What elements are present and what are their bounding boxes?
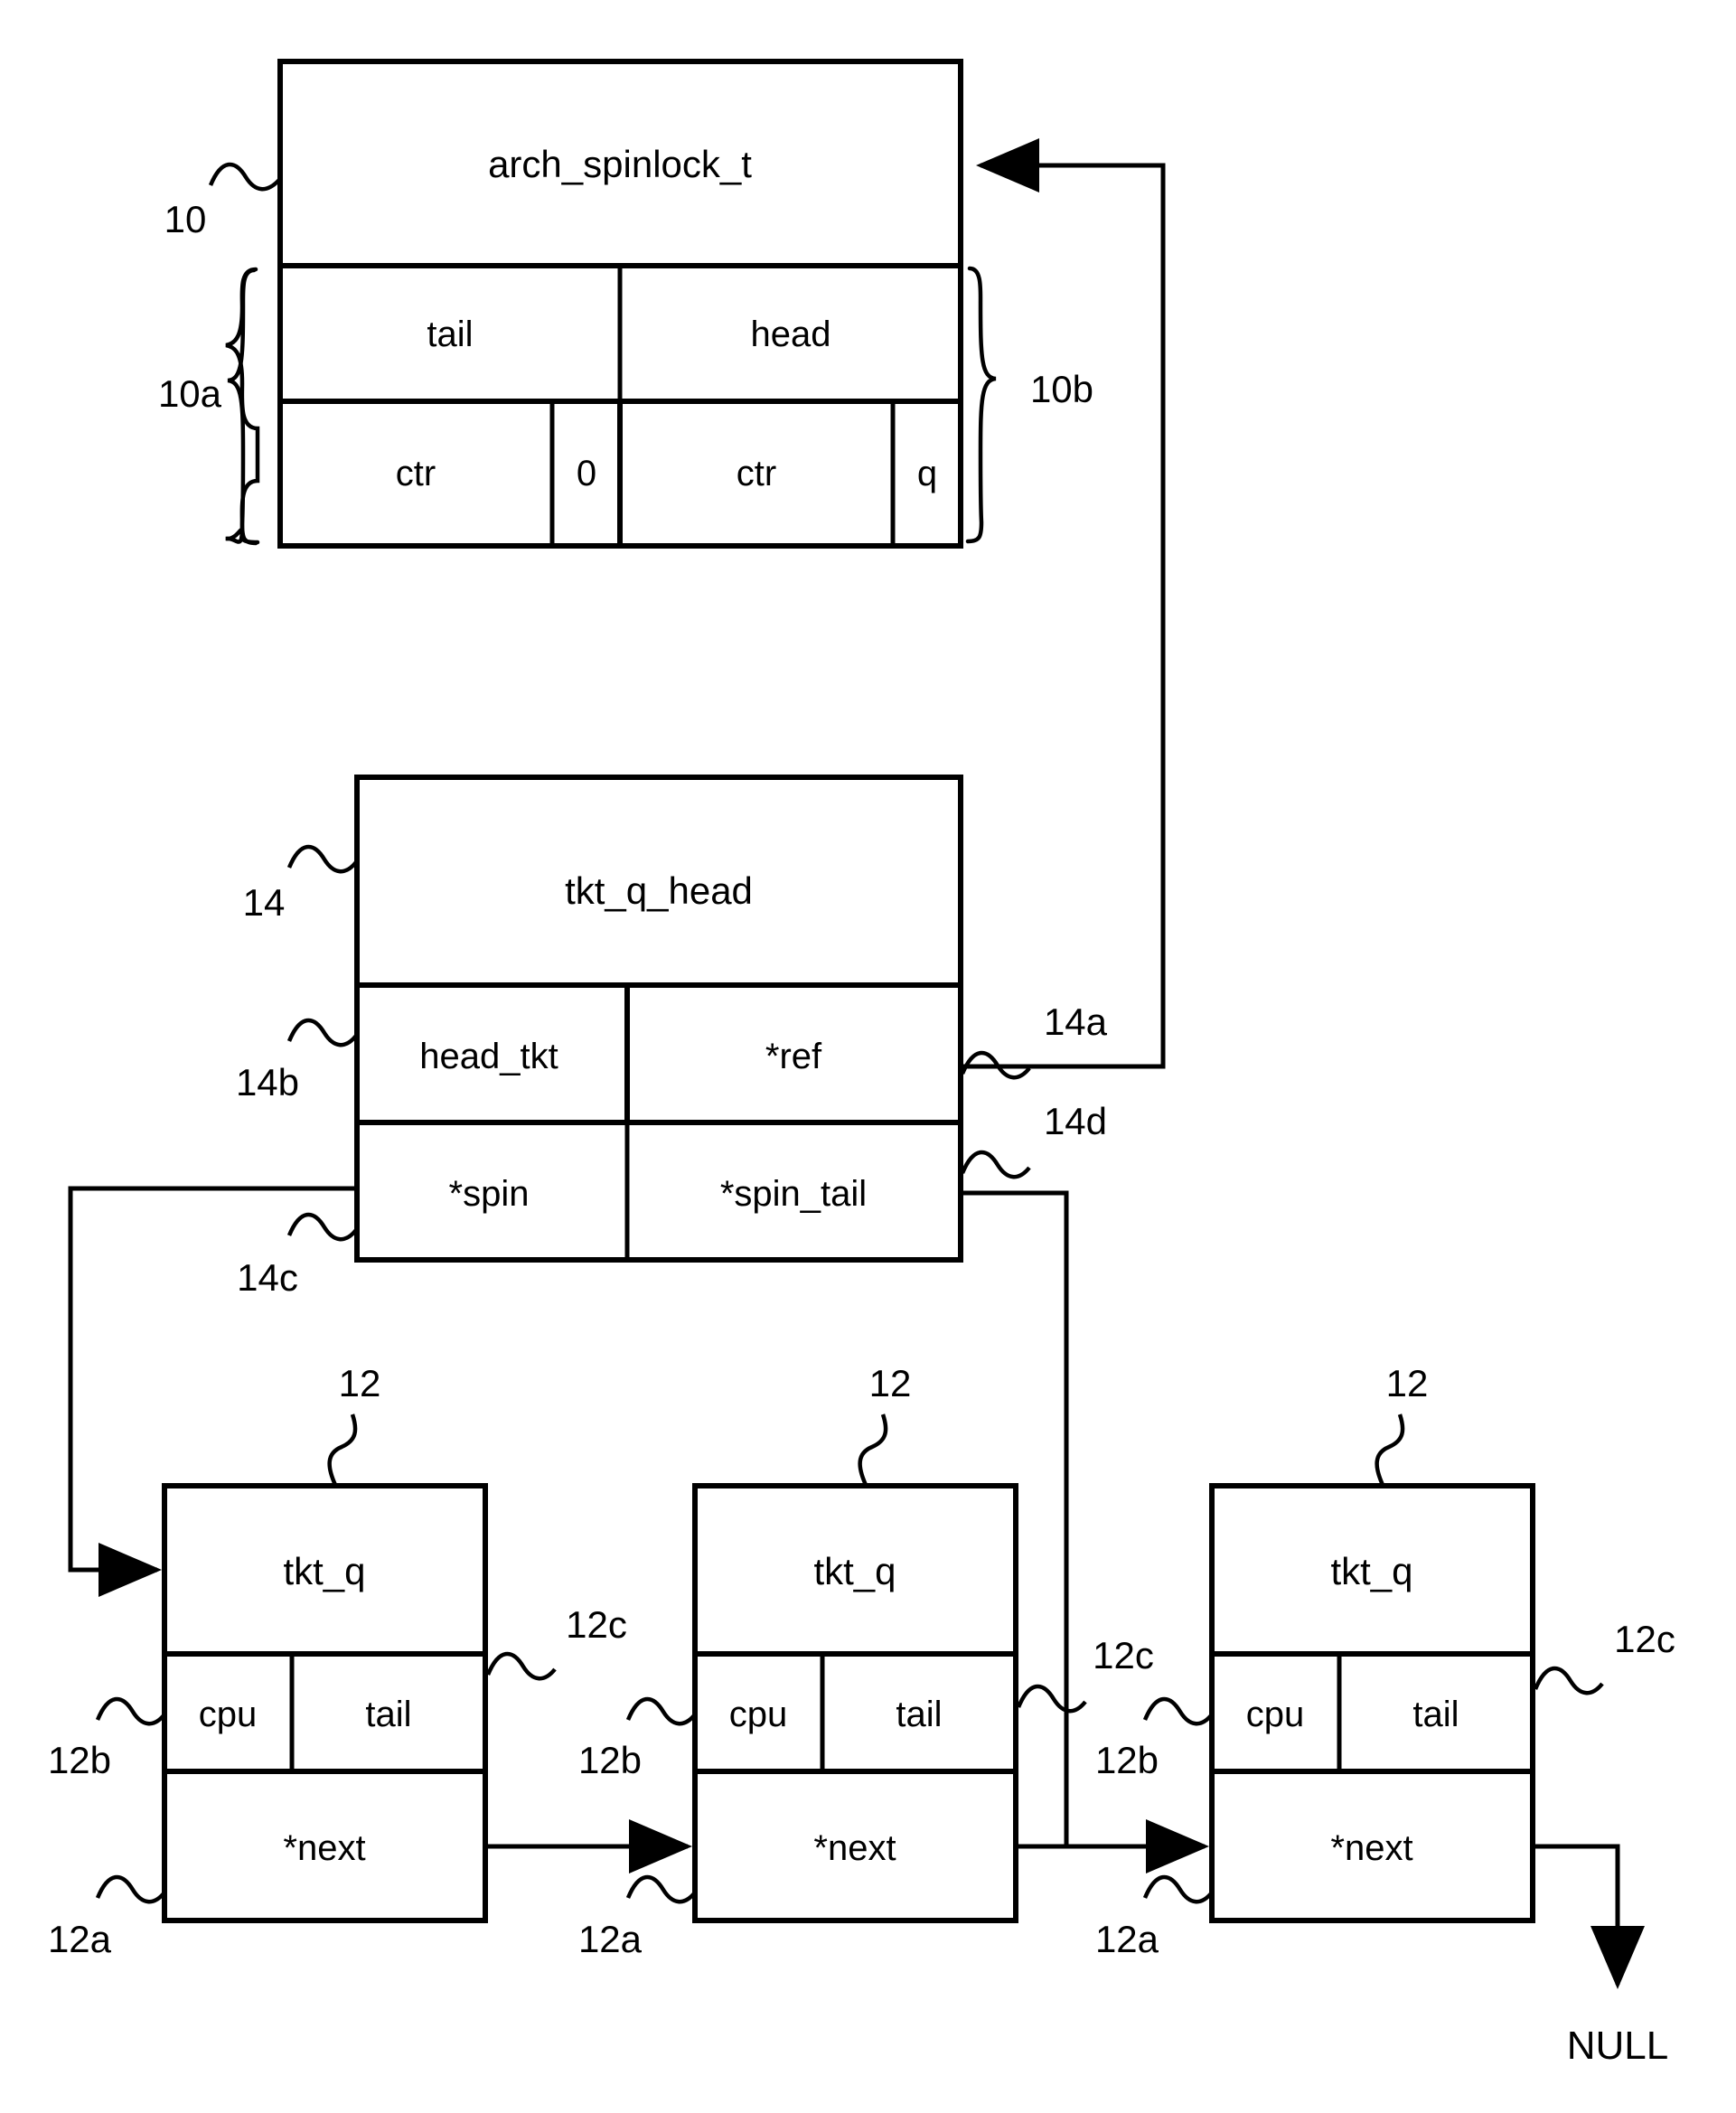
ref-12-node2-callout: 12 xyxy=(858,1362,912,1486)
connector-ref-to-spinlock xyxy=(961,138,1166,1069)
tkt-q-2-cpu-label: cpu xyxy=(729,1695,788,1734)
ref-14-callout: 14 xyxy=(243,844,358,924)
arch-spinlock-struct: arch_spinlock_t tail head ctr 0 ctr q xyxy=(277,59,963,549)
diagram-canvas: arch_spinlock_t tail head ctr 0 ctr q 10… xyxy=(48,59,1675,2068)
ref-12a-node3-callout: 12a xyxy=(1095,1874,1214,1960)
ref-12c-node1-callout: 12c xyxy=(485,1603,627,1681)
ref-10b-label: 10b xyxy=(1030,368,1093,410)
ref-12-node2-label: 12 xyxy=(869,1362,912,1404)
arch-spinlock-head-ctr-label: ctr xyxy=(737,454,776,493)
ref-12b-node2-callout: 12b xyxy=(578,1696,697,1781)
tkt-q-1-cpu-label: cpu xyxy=(199,1695,258,1734)
tkt-q-head-title: tkt_q_head xyxy=(565,869,753,912)
ref-14c-callout: 14c xyxy=(237,1212,358,1299)
ref-12-node1-callout: 12 xyxy=(327,1362,381,1486)
tkt-q-head-ref-label: *ref xyxy=(765,1037,822,1076)
null-terminator-label: NULL xyxy=(1567,2024,1669,2068)
ref-12-node1-label: 12 xyxy=(339,1362,381,1404)
tkt-q-1-next-label: *next xyxy=(283,1828,365,1868)
tkt-q-3-title: tkt_q xyxy=(1330,1550,1412,1592)
ref-12b-node3-callout: 12b xyxy=(1095,1696,1214,1781)
tkt-q-head-struct: tkt_q_head head_tkt *ref *spin *spin_tai… xyxy=(354,775,963,1263)
arch-spinlock-tail-flag-label: 0 xyxy=(577,454,596,493)
tkt-q-1-tail-label: tail xyxy=(365,1695,411,1734)
tkt-q-2-next-label: *next xyxy=(813,1828,896,1868)
ref-12c-node3-callout: 12c xyxy=(1533,1618,1675,1695)
ref-12a-node1-callout: 12a xyxy=(48,1874,166,1960)
ref-10a-label: 10a xyxy=(158,372,222,415)
tkt-q-1-title: tkt_q xyxy=(283,1550,365,1592)
arch-spinlock-head-flag-label: q xyxy=(917,454,937,493)
ref-14a-label: 14a xyxy=(1044,1000,1108,1043)
ref-14b-callout: 14b xyxy=(236,1018,358,1103)
arch-spinlock-tail-ctr-label: ctr xyxy=(396,454,436,493)
ref-10-label: 10 xyxy=(164,198,207,240)
ref-12b-node1-callout: 12b xyxy=(48,1696,166,1781)
ref-10a-brace-simple: 10a xyxy=(158,268,258,546)
ref-12c-node1-label: 12c xyxy=(566,1603,627,1646)
ref-12-node3-label: 12 xyxy=(1386,1362,1429,1404)
ref-12c-node3-label: 12c xyxy=(1614,1618,1675,1660)
ref-14d-label: 14d xyxy=(1044,1100,1107,1142)
tkt-q-2-title: tkt_q xyxy=(813,1550,896,1592)
tkt-q-3-cpu-label: cpu xyxy=(1246,1695,1305,1734)
ref-12a-node2-label: 12a xyxy=(578,1918,643,1960)
ref-12c-node2-callout: 12c xyxy=(1016,1634,1154,1714)
ref-12a-node3-label: 12a xyxy=(1095,1918,1159,1960)
tkt-q-3-next-label: *next xyxy=(1330,1828,1412,1868)
arch-spinlock-tail-label: tail xyxy=(427,315,473,354)
ref-12c-node2-label: 12c xyxy=(1093,1634,1154,1676)
tkt-q-head-spin-label: *spin xyxy=(449,1174,530,1214)
ref-14-label: 14 xyxy=(243,881,286,924)
ref-12b-node2-label: 12b xyxy=(578,1739,642,1781)
ref-14c-label: 14c xyxy=(237,1256,298,1299)
ref-10-callout: 10 xyxy=(164,162,281,240)
tkt-q-node-1: tkt_q cpu tail *next xyxy=(162,1483,488,1923)
connector-node3-next-to-null xyxy=(1533,1844,1645,1989)
ref-14d-callout: 14d xyxy=(960,1100,1107,1179)
ref-12a-node1-label: 12a xyxy=(48,1918,112,1960)
arch-spinlock-title: arch_spinlock_t xyxy=(488,143,752,185)
tkt-q-3-tail-label: tail xyxy=(1412,1695,1459,1734)
ref-12a-node2-callout: 12a xyxy=(578,1874,697,1960)
ref-12-node3-callout: 12 xyxy=(1375,1362,1429,1486)
arch-spinlock-head-label: head xyxy=(751,315,831,354)
ref-10b-brace: 10b xyxy=(965,266,1093,544)
ref-12b-node1-label: 12b xyxy=(48,1739,111,1781)
tkt-q-head-row2 xyxy=(354,1120,963,1263)
tkt-q-node-3: tkt_q cpu tail *next xyxy=(1209,1483,1535,1923)
patent-diagram: arch_spinlock_t tail head ctr 0 ctr q 10… xyxy=(0,0,1736,2113)
tkt-q-2-tail-label: tail xyxy=(896,1695,942,1734)
ref-14b-label: 14b xyxy=(236,1061,299,1103)
tkt-q-head-head-tkt-label: head_tkt xyxy=(419,1037,558,1076)
ref-12b-node3-label: 12b xyxy=(1095,1739,1159,1781)
tkt-q-node-2: tkt_q cpu tail *next xyxy=(692,1483,1018,1923)
tkt-q-head-spin-tail-label: *spin_tail xyxy=(720,1174,867,1214)
